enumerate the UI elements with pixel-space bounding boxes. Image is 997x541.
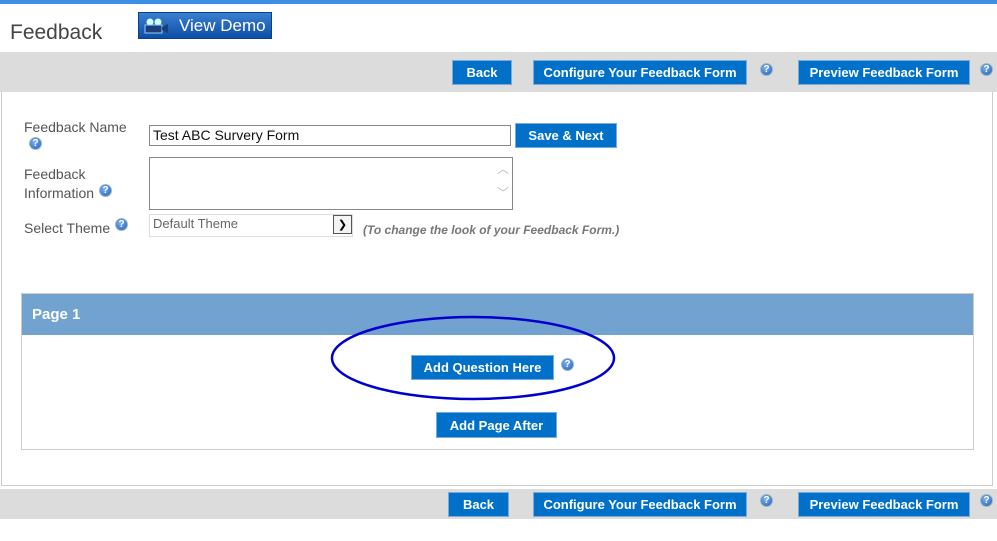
back-button[interactable]: Back [452,60,512,85]
feedback-name-label: Feedback Name [24,119,127,135]
top-accent-line [0,0,997,4]
theme-select[interactable]: Default Theme ❯ [149,214,353,237]
video-camera-icon [143,18,169,34]
feedback-information-label-2: Information [24,185,95,201]
configure-form-button[interactable]: Configure Your Feedback Form [533,492,747,517]
scroll-up-icon[interactable]: ︿ [497,160,509,177]
help-icon[interactable]: ? [115,218,128,231]
help-icon[interactable]: ? [29,137,42,150]
save-next-button[interactable]: Save & Next [515,123,617,148]
highlight-ellipse [330,315,616,401]
preview-form-button[interactable]: Preview Feedback Form [798,492,970,517]
help-icon[interactable]: ? [980,494,993,507]
top-toolbar: Back Configure Your Feedback Form ? Prev… [0,52,997,92]
scroll-down-icon[interactable]: ﹀ [497,184,509,201]
configure-form-button[interactable]: Configure Your Feedback Form [533,60,747,85]
theme-note: (To change the look of your Feedback For… [363,223,620,237]
view-demo-label: View Demo [179,15,266,35]
feedback-name-input[interactable]: Test ABC Survery Form [149,125,511,146]
page-title: Feedback [10,21,103,44]
help-icon[interactable]: ? [760,63,773,76]
chevron-down-icon[interactable]: ❯ [333,215,352,234]
add-page-after-button[interactable]: Add Page After [436,412,557,438]
help-icon[interactable]: ? [99,184,112,197]
help-icon[interactable]: ? [760,494,773,507]
feedback-information-label: Feedback [24,166,86,182]
back-button[interactable]: Back [448,492,509,517]
view-demo-button[interactable]: View Demo [138,12,272,39]
preview-form-button[interactable]: Preview Feedback Form [798,60,970,85]
bottom-toolbar: Back Configure Your Feedback Form ? Prev… [0,489,997,519]
feedback-information-textarea[interactable]: ︿ ﹀ [149,157,513,210]
help-icon[interactable]: ? [980,63,993,76]
select-theme-label: Select Theme [24,220,111,236]
